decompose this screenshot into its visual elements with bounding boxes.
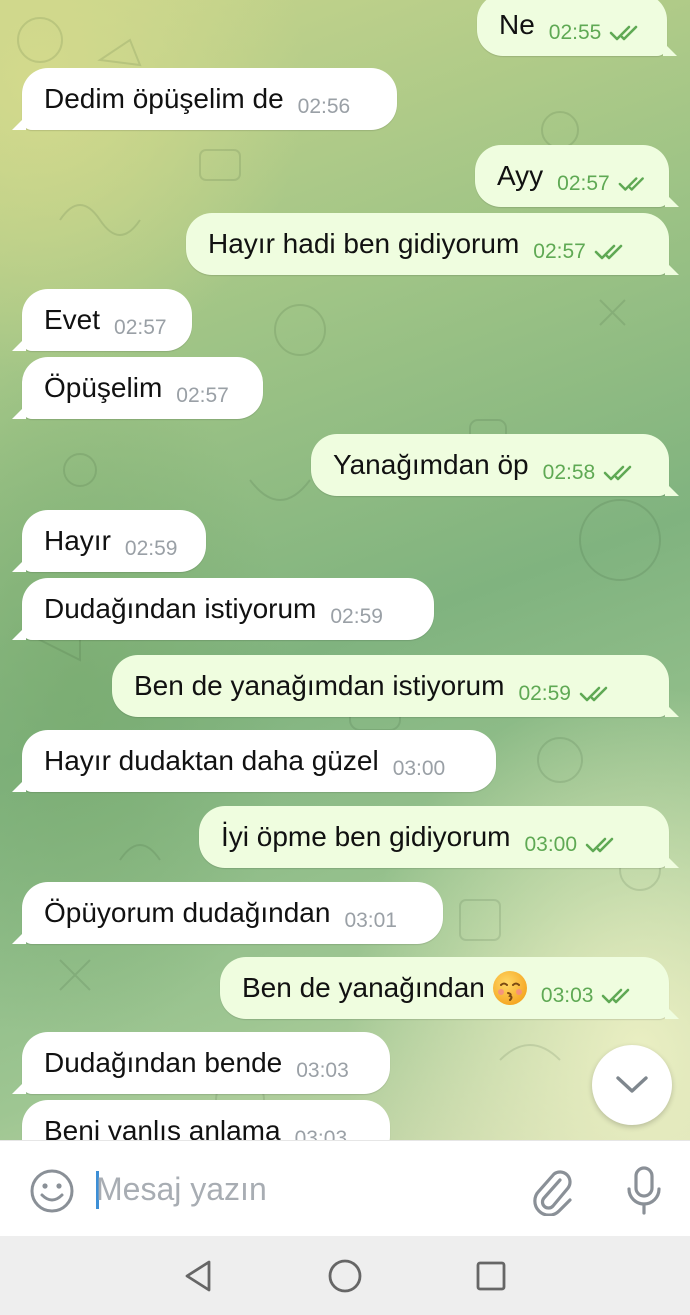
- outgoing-message[interactable]: Hayır hadi ben gidiyorum 02:57: [186, 213, 679, 275]
- chat-area[interactable]: Ne 02:55 Dedim öpüşelim de 02:56 Ayy 02:57 Hay…: [0, 0, 690, 1140]
- message-text: Hayır dudaktan daha güzel: [44, 745, 379, 776]
- recents-icon: [476, 1261, 506, 1291]
- chevron-down-icon: [616, 1076, 648, 1093]
- message-timestamp: 02:59: [330, 605, 383, 628]
- message-text: Dedim öpüşelim de: [44, 83, 284, 114]
- message-text: Dudağından istiyorum: [44, 593, 317, 624]
- kissing-face-emoji-icon: [492, 971, 527, 1005]
- message-timestamp: 02:56: [297, 95, 351, 118]
- emoji-icon: [30, 1169, 74, 1213]
- microphone-icon: [627, 1166, 661, 1215]
- double-check-icon: [610, 25, 638, 41]
- incoming-message[interactable]: Dudağından istiyorum 02:59: [12, 578, 434, 640]
- message-text: Öpüyorum dudağından: [44, 897, 331, 928]
- incoming-message[interactable]: Beni yanlış anlama 03:03: [22, 1100, 390, 1140]
- message-text: Ayy: [497, 160, 544, 191]
- message-text: Ben de yanağından: [242, 972, 485, 1003]
- message-text: İyi öpme ben gidiyorum: [221, 821, 511, 852]
- home-icon: [328, 1259, 362, 1293]
- message-text: Hayır: [44, 525, 111, 556]
- emoji-button[interactable]: [26, 1165, 78, 1217]
- double-check-icon: [585, 837, 614, 853]
- message-text: Yanağımdan öp: [333, 449, 529, 480]
- message-text: Beni yanlış anlama: [44, 1115, 281, 1140]
- message-text: Öpüşelim: [44, 372, 163, 403]
- message-timestamp: 02:57: [176, 384, 229, 407]
- scroll-down-button[interactable]: [592, 1045, 672, 1125]
- message-timestamp: 02:59: [124, 537, 178, 560]
- recents-button[interactable]: [469, 1254, 513, 1298]
- message-timestamp: 03:00: [524, 833, 578, 856]
- message-timestamp: 03:00: [392, 757, 446, 780]
- message-text: Ne: [499, 9, 535, 40]
- incoming-message[interactable]: Hayır 02:59: [12, 510, 206, 572]
- message-timestamp: 02:57: [557, 172, 610, 195]
- back-button[interactable]: [176, 1254, 220, 1298]
- double-check-icon: [618, 177, 644, 191]
- message-text: Ben de yanağımdan istiyorum: [134, 670, 505, 701]
- incoming-message[interactable]: Hayır dudaktan daha güzel 03:00: [12, 730, 496, 792]
- outgoing-message[interactable]: Yanağımdan öp 02:58: [311, 434, 679, 496]
- message-timestamp: 02:59: [518, 682, 571, 705]
- double-check-icon: [603, 465, 632, 481]
- home-button[interactable]: [323, 1254, 367, 1298]
- message-timestamp: 03:03: [540, 984, 594, 1007]
- message-timestamp: 03:03: [294, 1127, 348, 1140]
- message-timestamp: 02:55: [548, 21, 602, 44]
- incoming-message[interactable]: Öpüşelim 02:57: [12, 357, 263, 419]
- message-input[interactable]: Mesaj yazın: [96, 1165, 516, 1213]
- message-text: Dudağından bende: [44, 1047, 283, 1078]
- outgoing-message[interactable]: Ben de yanağından 03:03: [220, 957, 679, 1019]
- incoming-message[interactable]: Evet 02:57: [12, 289, 192, 351]
- outgoing-message[interactable]: Ben de yanağımdan istiyorum 02:59: [112, 655, 679, 717]
- incoming-message[interactable]: Dudağından bende 03:03: [12, 1032, 390, 1094]
- message-timestamp: 02:57: [533, 240, 586, 263]
- message-text: Hayır hadi ben gidiyorum: [208, 228, 520, 259]
- message-timestamp: 02:57: [114, 316, 167, 339]
- double-check-icon: [602, 988, 630, 1004]
- message-timestamp: 02:58: [542, 461, 596, 484]
- outgoing-message[interactable]: İyi öpme ben gidiyorum 03:00: [199, 806, 679, 868]
- double-check-icon: [594, 244, 623, 260]
- outgoing-message[interactable]: Ayy 02:57: [475, 145, 679, 207]
- attach-icon: [533, 1170, 572, 1216]
- attach-button[interactable]: [526, 1163, 578, 1219]
- microphone-button[interactable]: [618, 1163, 670, 1219]
- back-icon: [185, 1260, 211, 1292]
- double-check-icon: [579, 686, 608, 702]
- message-text: Evet: [44, 304, 101, 335]
- message-composer: Mesaj yazın: [0, 1140, 690, 1237]
- outgoing-message[interactable]: Ne 02:55: [477, 0, 677, 56]
- message-timestamp: 03:03: [296, 1059, 349, 1082]
- system-navigation-bar: [0, 1236, 690, 1315]
- incoming-message[interactable]: Dedim öpüşelim de 02:56: [12, 68, 397, 130]
- incoming-message[interactable]: Öpüyorum dudağından 03:01: [12, 882, 443, 944]
- message-timestamp: 03:01: [344, 909, 397, 932]
